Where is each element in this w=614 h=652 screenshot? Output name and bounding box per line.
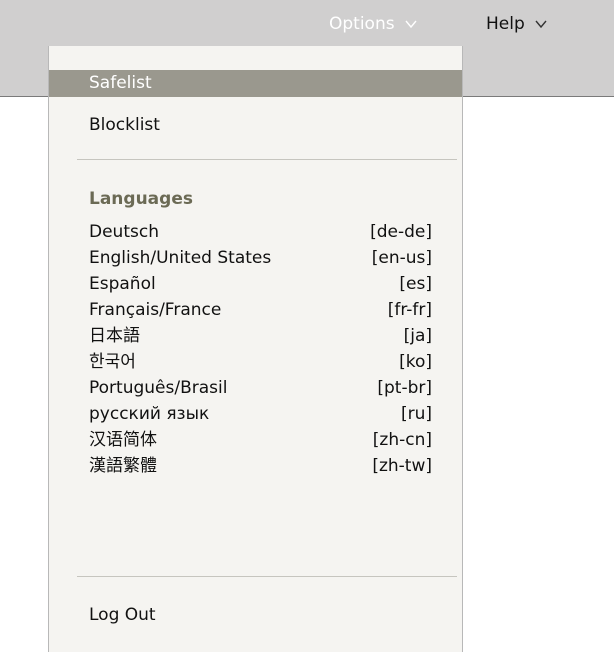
language-name: 한국어 [89, 352, 136, 372]
language-code: [zh-tw] [372, 456, 432, 476]
help-menu-button[interactable]: Help [486, 12, 548, 36]
menu-item-safelist[interactable]: Safelist [49, 70, 462, 97]
language-item-ru[interactable]: русский язык [ru] [49, 401, 462, 428]
language-name: 日本語 [89, 326, 140, 346]
language-name: Português/Brasil [89, 378, 228, 398]
language-code: [en-us] [371, 248, 432, 268]
language-code: [fr-fr] [387, 300, 432, 320]
language-name: 漢語繁體 [89, 456, 157, 476]
menu-item-label: Log Out [89, 605, 156, 625]
menu-separator [77, 576, 457, 577]
language-item-en-us[interactable]: English/United States [en-us] [49, 245, 462, 272]
language-item-pt-br[interactable]: Português/Brasil [pt-br] [49, 375, 462, 402]
languages-heading: Languages [89, 189, 193, 209]
language-name: Deutsch [89, 222, 159, 242]
help-menu-label: Help [486, 14, 525, 34]
language-name: 汉语简体 [89, 430, 157, 450]
language-item-zh-tw[interactable]: 漢語繁體 [zh-tw] [49, 453, 462, 480]
language-code: [pt-br] [377, 378, 432, 398]
language-name: русский язык [89, 404, 210, 424]
options-menu-label: Options [329, 14, 395, 34]
language-item-de-de[interactable]: Deutsch [de-de] [49, 219, 462, 246]
language-code: [ko] [399, 352, 432, 372]
language-name: English/United States [89, 248, 272, 268]
options-dropdown: Safelist Blocklist Languages Deutsch [de… [48, 46, 463, 652]
menu-item-log-out[interactable]: Log Out [49, 602, 462, 629]
language-code: [ja] [403, 326, 432, 346]
language-code: [es] [399, 274, 432, 294]
language-item-fr-fr[interactable]: Français/France [fr-fr] [49, 297, 462, 324]
menu-item-label: Blocklist [89, 115, 160, 135]
menu-item-blocklist[interactable]: Blocklist [49, 112, 462, 139]
chevron-down-icon [535, 20, 547, 29]
chevron-down-icon [405, 20, 417, 29]
language-name: Español [89, 274, 156, 294]
menu-item-label: Safelist [89, 73, 152, 93]
language-code: [de-de] [370, 222, 432, 242]
language-item-zh-cn[interactable]: 汉语简体 [zh-cn] [49, 427, 462, 454]
language-code: [ru] [400, 404, 432, 424]
language-item-es[interactable]: Español [es] [49, 271, 462, 298]
menu-separator [77, 159, 457, 160]
options-menu-button[interactable]: Options [329, 12, 418, 36]
language-code: [zh-cn] [372, 430, 432, 450]
language-item-ko[interactable]: 한국어 [ko] [49, 349, 462, 376]
language-item-ja[interactable]: 日本語 [ja] [49, 323, 462, 350]
language-name: Français/France [89, 300, 222, 320]
